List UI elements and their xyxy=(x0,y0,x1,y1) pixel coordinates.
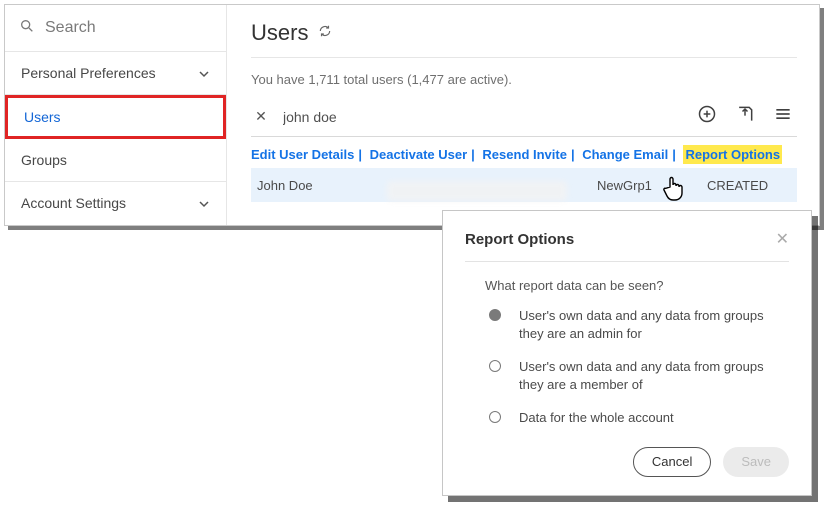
sidebar-item-users[interactable]: Users xyxy=(5,95,226,138)
chevron-down-icon xyxy=(198,197,210,209)
user-search-bar: ✕ xyxy=(251,97,797,137)
cell-status: CREATED xyxy=(707,178,791,193)
user-count-summary: You have 1,711 total users (1,477 are ac… xyxy=(251,72,797,87)
user-search-input[interactable] xyxy=(271,109,697,125)
user-action-links: Edit User Details| Deactivate User| Rese… xyxy=(251,147,797,162)
sidebar-item-label: Users xyxy=(24,109,61,125)
sidebar-item-groups[interactable]: Groups xyxy=(5,139,226,182)
radio-label: Data for the whole account xyxy=(519,409,674,427)
chevron-down-icon xyxy=(198,67,210,79)
page-title: Users xyxy=(251,20,308,46)
refresh-icon[interactable] xyxy=(318,24,332,43)
cell-name: John Doe xyxy=(257,178,387,193)
sidebar-item-account-settings[interactable]: Account Settings xyxy=(5,182,226,225)
sidebar-item-label: Personal Preferences xyxy=(21,65,156,81)
divider xyxy=(465,261,789,262)
radio-icon xyxy=(489,360,501,372)
close-icon[interactable]: ✕ xyxy=(776,229,789,249)
add-user-button[interactable] xyxy=(697,104,717,129)
link-edit-user-details[interactable]: Edit User Details xyxy=(251,147,354,162)
report-options-modal: Report Options ✕ What report data can be… xyxy=(442,210,812,496)
page-title-row: Users xyxy=(251,15,797,51)
sidebar-item-label: Groups xyxy=(21,152,67,168)
modal-header: Report Options ✕ xyxy=(465,229,789,249)
cancel-button[interactable]: Cancel xyxy=(633,447,711,477)
link-change-email[interactable]: Change Email xyxy=(582,147,668,162)
link-resend-invite[interactable]: Resend Invite xyxy=(482,147,567,162)
sidebar-search[interactable]: Search xyxy=(5,5,226,52)
modal-actions: Cancel Save xyxy=(465,447,789,477)
sidebar-item-label: Account Settings xyxy=(21,195,126,211)
link-deactivate-user[interactable]: Deactivate User xyxy=(370,147,468,162)
sidebar: Search Personal Preferences Users Groups… xyxy=(5,5,227,225)
sidebar-search-placeholder: Search xyxy=(45,19,96,37)
search-icon xyxy=(19,18,35,39)
radio-option-1[interactable]: User's own data and any data from groups… xyxy=(465,358,789,409)
cell-group: NewGrp1 xyxy=(597,178,707,193)
table-row[interactable]: John Doe NewGrp1 CREATED xyxy=(251,168,797,202)
link-report-options[interactable]: Report Options xyxy=(685,147,780,162)
radio-icon xyxy=(489,309,501,321)
radio-option-2[interactable]: Data for the whole account xyxy=(465,409,789,443)
modal-title: Report Options xyxy=(465,231,574,248)
modal-question: What report data can be seen? xyxy=(465,278,789,293)
menu-icon[interactable] xyxy=(773,104,793,129)
radio-icon xyxy=(489,411,501,423)
radio-option-0[interactable]: User's own data and any data from groups… xyxy=(465,307,789,358)
radio-label: User's own data and any data from groups… xyxy=(519,358,789,393)
clear-search-button[interactable]: ✕ xyxy=(251,108,271,125)
app-frame: Search Personal Preferences Users Groups… xyxy=(4,4,820,226)
export-button[interactable] xyxy=(735,104,755,129)
main-content: Users You have 1,711 total users (1,477 … xyxy=(227,5,819,225)
save-button[interactable]: Save xyxy=(723,447,789,477)
divider xyxy=(251,57,797,58)
obscured-email xyxy=(387,181,567,201)
sidebar-item-personal-preferences[interactable]: Personal Preferences xyxy=(5,52,226,95)
radio-label: User's own data and any data from groups… xyxy=(519,307,789,342)
search-actions xyxy=(697,104,797,129)
